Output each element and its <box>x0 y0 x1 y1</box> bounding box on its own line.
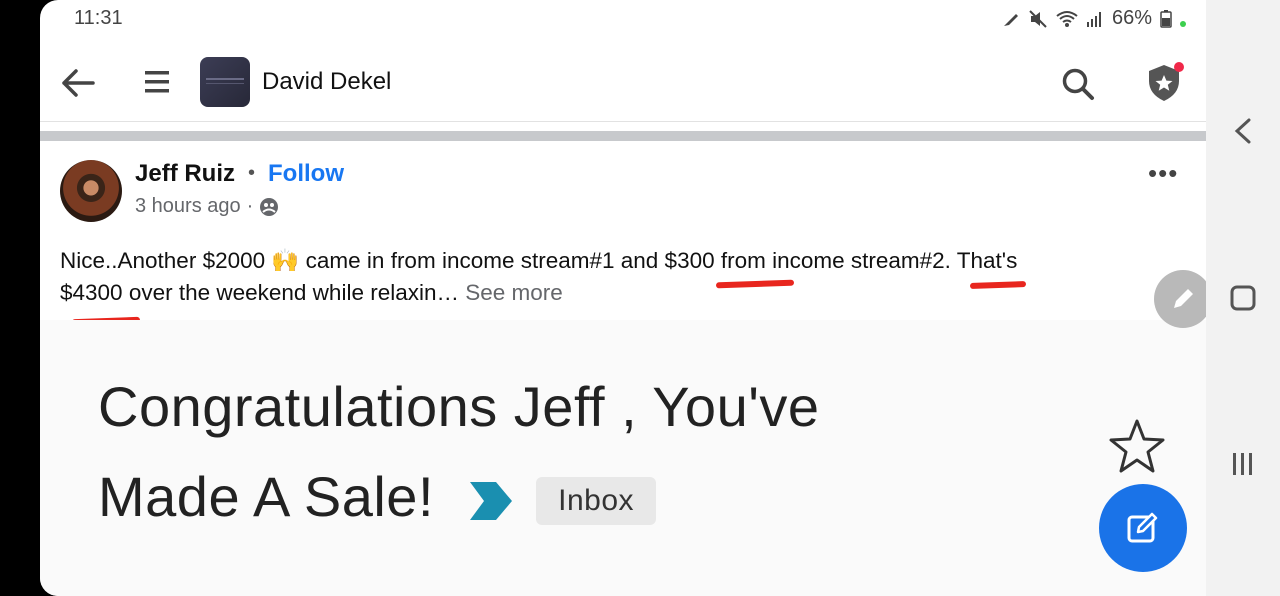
post-text-line2: $4300 over the weekend while relaxin… <box>60 280 459 305</box>
phone-screen: 11:31 66% David Dekel Jeff Ruiz • Follow… <box>40 0 1206 596</box>
attachment-line2: Made A Sale! <box>98 465 435 528</box>
nav-back-icon[interactable] <box>1234 118 1252 144</box>
see-more-link[interactable]: See more <box>465 280 563 305</box>
shield-star-icon <box>1149 62 1184 101</box>
post-author[interactable]: Jeff Ruiz <box>135 160 235 188</box>
compose-icon <box>1127 512 1158 543</box>
attachment-line2-wrap: Made A Sale! Inbox <box>98 452 820 542</box>
nav-recents-icon[interactable] <box>1232 452 1254 476</box>
status-icons: 66% <box>1002 7 1186 30</box>
back-button[interactable] <box>60 65 96 101</box>
follow-button[interactable]: Follow <box>268 160 344 188</box>
app-header: David Dekel <box>40 52 1206 114</box>
admin-tools-button[interactable] <box>1142 60 1186 104</box>
menu-button[interactable] <box>142 66 172 98</box>
star-icon[interactable] <box>1108 418 1166 474</box>
group-members-icon <box>260 197 279 216</box>
inbox-label: Inbox <box>536 477 657 526</box>
group-thumbnail[interactable] <box>200 57 250 107</box>
search-button[interactable] <box>1058 64 1098 104</box>
signal-icon <box>1086 11 1101 27</box>
battery-icon <box>1160 9 1172 28</box>
author-avatar[interactable] <box>60 160 122 222</box>
mute-icon <box>1029 9 1047 28</box>
compose-button[interactable] <box>1099 484 1187 572</box>
meta-dot: · <box>246 195 254 217</box>
system-nav-bar <box>1206 0 1280 596</box>
floating-edit-button[interactable] <box>1154 270 1206 328</box>
dot-separator: • <box>248 162 256 184</box>
group-name[interactable]: David Dekel <box>262 68 391 96</box>
nav-home-icon[interactable] <box>1230 285 1256 311</box>
back-arrow-icon <box>62 69 95 97</box>
header-divider <box>40 121 1206 122</box>
post-time[interactable]: 3 hours ago <box>135 195 241 218</box>
more-options-button[interactable]: ••• <box>1148 158 1178 189</box>
attachment-heading: Congratulations Jeff , You've Made A Sal… <box>98 362 820 542</box>
post-text: Nice..Another $2000 🙌 came in from incom… <box>60 245 1160 309</box>
important-marker-icon <box>470 482 513 521</box>
post-meta: 3 hours ago · <box>135 195 279 218</box>
edit-status-icon <box>1003 13 1018 26</box>
post-text-line1: Nice..Another $2000 🙌 came in from incom… <box>60 248 1018 273</box>
notification-dot <box>1180 20 1186 27</box>
section-divider <box>40 131 1206 141</box>
wifi-icon <box>1056 10 1078 27</box>
status-time: 11:31 <box>74 7 123 29</box>
search-icon <box>1062 68 1094 100</box>
pencil-icon <box>1174 289 1193 308</box>
battery-percent: 66% <box>1111 7 1152 29</box>
attachment-line1: Congratulations Jeff , You've <box>98 375 820 438</box>
hamburger-icon <box>145 71 169 93</box>
